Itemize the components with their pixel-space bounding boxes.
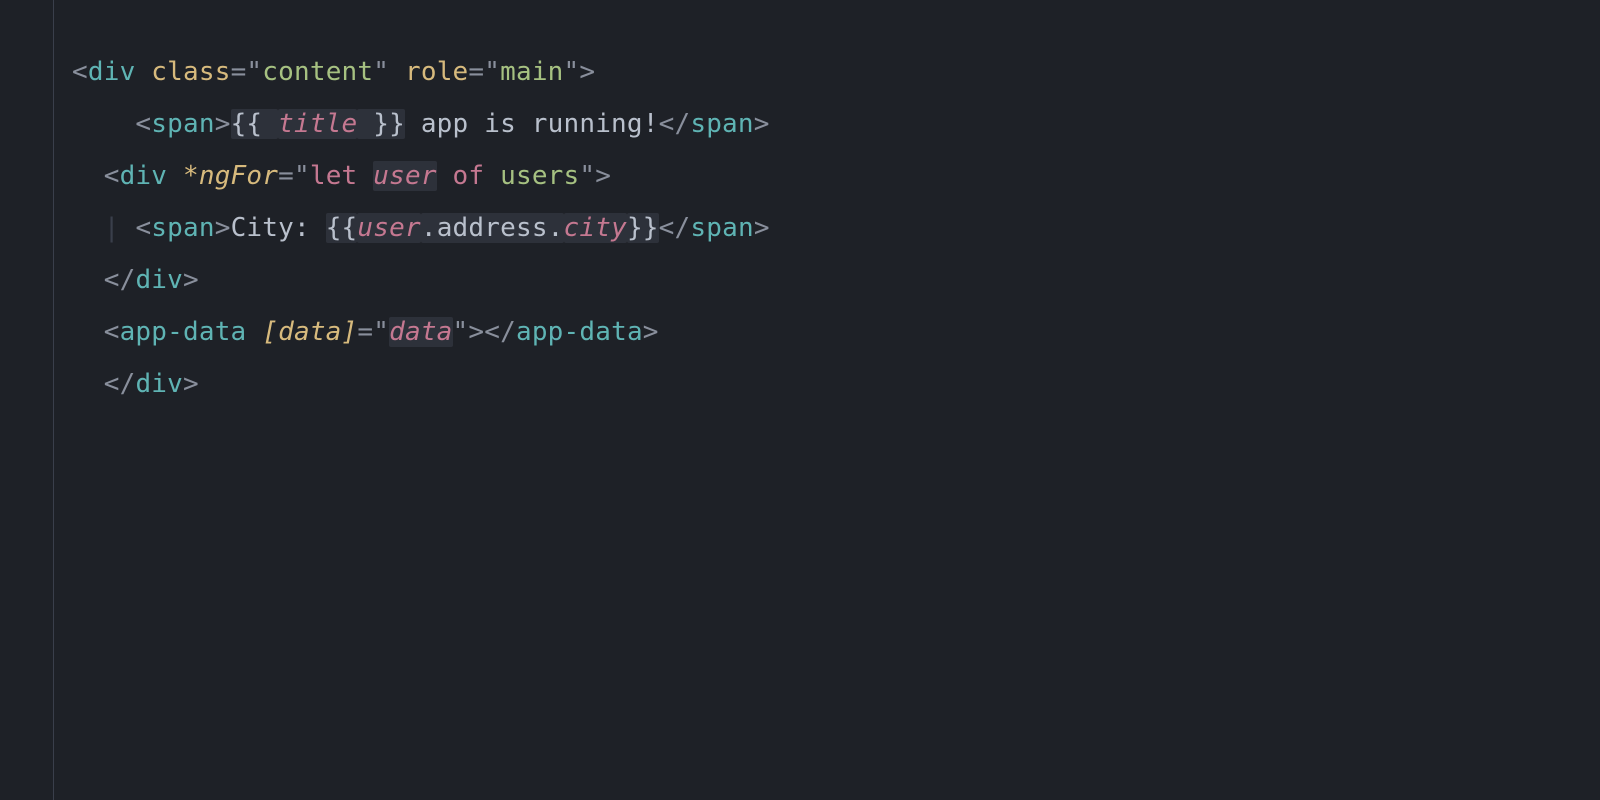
- token-punct: >: [215, 109, 231, 139]
- token-punct: </: [659, 213, 691, 243]
- token-kw: let: [310, 161, 358, 191]
- token-str: main: [500, 57, 563, 87]
- token-punct: ": [246, 57, 262, 87]
- token-tag: div: [135, 265, 183, 295]
- token-txt: [389, 57, 405, 87]
- token-txt: {{: [326, 213, 358, 243]
- code-line[interactable]: </div>: [72, 254, 770, 306]
- token-tag: span: [151, 213, 214, 243]
- token-punct: <: [135, 109, 151, 139]
- token-tag: div: [88, 57, 136, 87]
- token-attr-it: [data]: [262, 317, 357, 347]
- token-tag: span: [690, 213, 753, 243]
- token-str: users: [484, 161, 579, 191]
- token-txt: [246, 317, 262, 347]
- token-tag: span: [151, 109, 214, 139]
- token-punct: ": [294, 161, 310, 191]
- token-punct: >: [754, 109, 770, 139]
- token-punct: >: [215, 213, 231, 243]
- token-str: [437, 161, 453, 191]
- token-tag: div: [135, 369, 183, 399]
- code-line[interactable]: <app-data [data]="data"></app-data>: [72, 306, 770, 358]
- token-var: city: [564, 213, 627, 243]
- token-punct: >: [183, 265, 199, 295]
- code-line[interactable]: </div>: [72, 358, 770, 410]
- token-punct: ": [484, 57, 500, 87]
- token-str: content: [262, 57, 373, 87]
- code-line[interactable]: <span>{{ title }} app is running!</span>: [72, 98, 770, 150]
- code-line[interactable]: <div *ngFor="let user of users">: [72, 150, 770, 202]
- token-attr: class: [151, 57, 230, 87]
- token-punct: >: [579, 57, 595, 87]
- token-attr-it: *ngFor: [183, 161, 278, 191]
- token-punct: =: [468, 57, 484, 87]
- token-txt: }}: [627, 213, 659, 243]
- token-punct: >: [468, 317, 484, 347]
- token-str: [357, 161, 373, 191]
- indent-guide: |: [104, 213, 120, 243]
- token-punct: </: [104, 369, 136, 399]
- token-kw: of: [453, 161, 485, 191]
- token-punct: =: [231, 57, 247, 87]
- code-line[interactable]: | <span>City: {{user.address.city}}</spa…: [72, 202, 770, 254]
- token-punct: ": [579, 161, 595, 191]
- token-txt: City:: [231, 213, 326, 243]
- token-punct: ": [453, 317, 469, 347]
- token-punct: </: [659, 109, 691, 139]
- token-punct: >: [183, 369, 199, 399]
- token-tag: div: [120, 161, 168, 191]
- token-var: title: [278, 109, 357, 139]
- token-punct: </: [104, 265, 136, 295]
- token-txt: [135, 57, 151, 87]
- token-punct: <: [104, 161, 120, 191]
- token-punct: =: [357, 317, 373, 347]
- code-area[interactable]: <div class="content" role="main"> <span>…: [54, 0, 770, 800]
- token-tag: app-data: [120, 317, 247, 347]
- token-txt: }}: [357, 109, 405, 139]
- token-prop: .address.: [421, 213, 564, 243]
- code-line[interactable]: <div class="content" role="main">: [72, 46, 770, 98]
- token-txt: {{: [231, 109, 279, 139]
- token-punct: ": [373, 317, 389, 347]
- token-var: user: [373, 161, 436, 191]
- token-punct: </: [484, 317, 516, 347]
- token-var: user: [357, 213, 420, 243]
- token-tag: app-data: [516, 317, 643, 347]
- token-punct: >: [643, 317, 659, 347]
- token-txt: app is running!: [405, 109, 659, 139]
- token-attr: role: [405, 57, 468, 87]
- token-punct: =: [278, 161, 294, 191]
- token-punct: >: [754, 213, 770, 243]
- token-punct: <: [72, 57, 88, 87]
- editor-gutter: [0, 0, 54, 800]
- token-txt: [167, 161, 183, 191]
- token-punct: <: [104, 317, 120, 347]
- token-var: data: [389, 317, 452, 347]
- code-editor[interactable]: <div class="content" role="main"> <span>…: [0, 0, 1600, 800]
- token-tag: span: [690, 109, 753, 139]
- token-punct: <: [135, 213, 151, 243]
- token-punct: ": [564, 57, 580, 87]
- token-punct: ": [373, 57, 389, 87]
- token-punct: >: [595, 161, 611, 191]
